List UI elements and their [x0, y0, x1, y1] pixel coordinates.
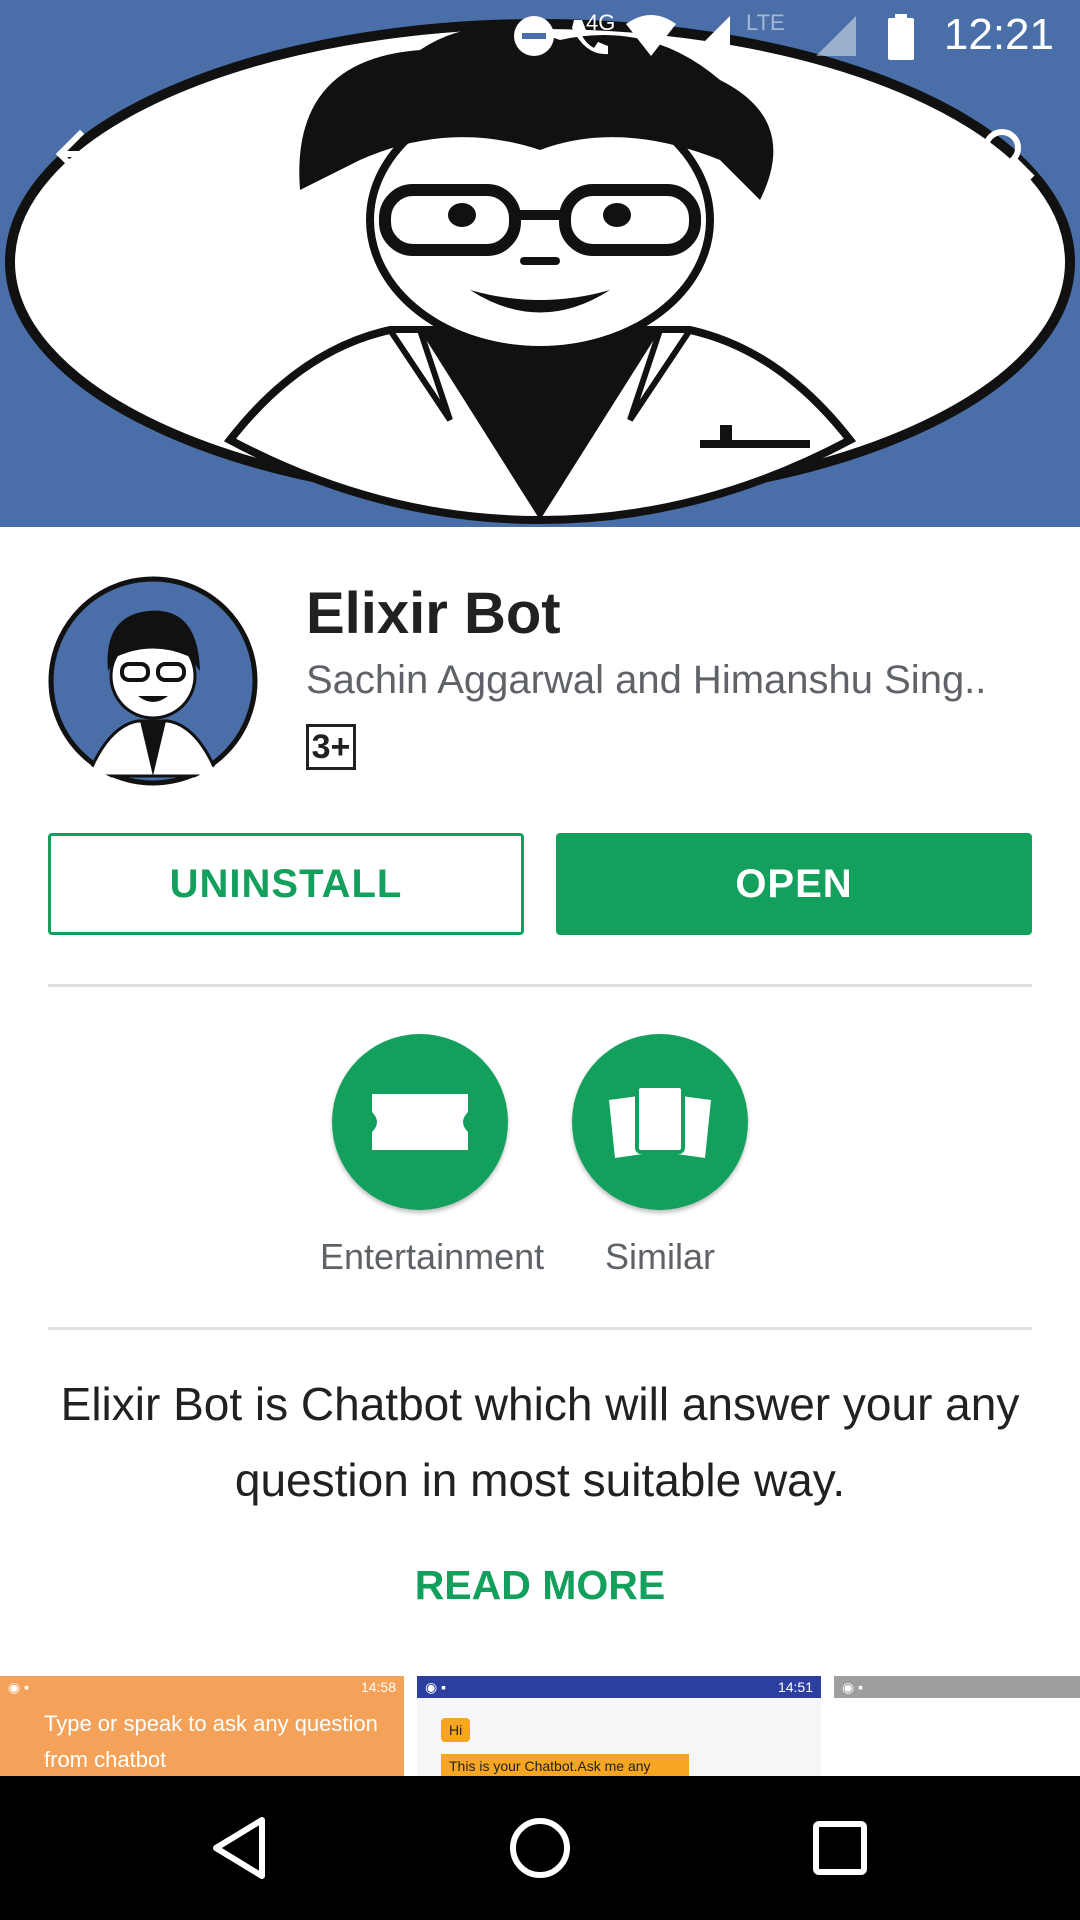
category-chip-similar[interactable]: Similar	[560, 1034, 760, 1278]
nav-recents-button[interactable]	[770, 1776, 910, 1920]
network-type: 4G	[586, 10, 616, 35]
app-title: Elixir Bot	[306, 581, 561, 646]
triangle-back-icon	[213, 1817, 265, 1879]
app-description[interactable]: Elixir Bot is Chatbot which will answer …	[60, 1366, 1020, 1518]
divider	[48, 1327, 1032, 1330]
whatsapp-icon: ◉ ▪	[425, 1678, 447, 1695]
cards-icon	[609, 1084, 711, 1158]
divider	[48, 984, 1032, 987]
chip-label: Similar	[604, 1236, 715, 1277]
screenshot-time: 14:51	[777, 1679, 813, 1695]
nav-home-button[interactable]	[470, 1776, 610, 1920]
ticket-icon	[372, 1094, 468, 1150]
battery-icon	[888, 14, 914, 60]
arrow-left-icon	[55, 129, 109, 179]
chat-bubble: This is your Chatbot.Ask me any	[441, 1754, 689, 1776]
screenshot-time: 14:58	[360, 1679, 396, 1695]
screenshot-thumbnail[interactable]: ◉ ▪ 14:51 Hi This is your Chatbot.Ask me…	[417, 1676, 821, 1776]
signal-icon	[690, 16, 730, 56]
screenshot-status-bar: ◉ ▪ 14:58	[0, 1676, 404, 1698]
feature-graphic	[0, 0, 1080, 527]
do-not-disturb-icon	[514, 16, 554, 56]
whatsapp-icon: ◉ ▪	[842, 1678, 864, 1695]
chip-circle	[572, 1034, 748, 1210]
chip-circle	[332, 1034, 508, 1210]
read-more-link[interactable]: READ MORE	[0, 1562, 1080, 1609]
search-button[interactable]	[960, 106, 1056, 202]
clock: 12:21	[943, 10, 1054, 59]
whatsapp-icon: ◉ ▪	[8, 1678, 30, 1695]
category-chip-entertainment[interactable]: Entertainment	[320, 1034, 545, 1278]
nav-back-button[interactable]	[170, 1776, 310, 1920]
back-button[interactable]	[34, 106, 130, 202]
app-icon	[48, 576, 258, 786]
status-bar: 4G LTE 12:21	[0, 0, 1080, 75]
search-icon	[983, 129, 1035, 181]
open-button[interactable]: OPEN	[556, 833, 1032, 935]
wifi-icon	[626, 15, 676, 56]
network-type-secondary: LTE	[746, 10, 785, 35]
screenshot-status-bar: ◉ ▪	[834, 1676, 1080, 1698]
screenshot-thumbnail[interactable]: ◉ ▪ 14:58 Type or speak to ask any quest…	[0, 1676, 404, 1776]
signal-weak-icon	[816, 16, 856, 56]
circle-home-icon	[510, 1818, 570, 1878]
navigation-bar	[0, 1776, 1080, 1920]
screenshot-caption: Type or speak to ask any question from c…	[44, 1711, 378, 1772]
developer-link[interactable]: Sachin Aggarwal and Himanshu Sing..	[306, 658, 1026, 703]
uninstall-button[interactable]: UNINSTALL	[48, 833, 524, 935]
chat-bubble: Hi	[441, 1718, 471, 1742]
chip-label: Entertainment	[320, 1236, 545, 1277]
square-recents-icon	[813, 1821, 867, 1875]
screenshot-thumbnail[interactable]: ◉ ▪	[834, 1676, 1080, 1776]
screenshot-status-bar: ◉ ▪ 14:51	[417, 1676, 821, 1698]
content-rating-badge[interactable]: 3+	[306, 724, 356, 770]
